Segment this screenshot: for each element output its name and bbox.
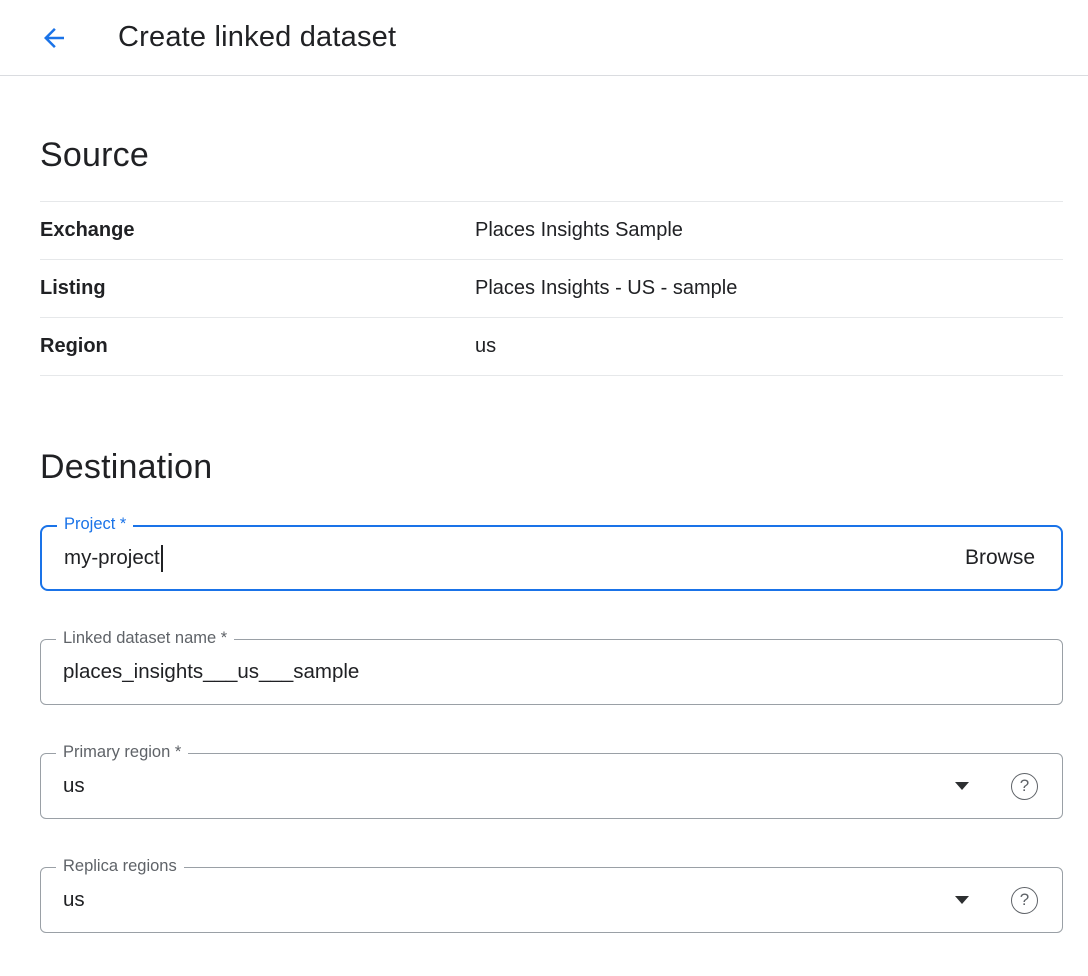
replica-regions-select[interactable]: Replica regions us ?: [40, 867, 1063, 933]
back-arrow-icon: [39, 23, 69, 53]
chevron-down-icon[interactable]: [955, 896, 969, 904]
region-value: us: [475, 335, 496, 358]
main-content: Source Exchange Places Insights Sample L…: [0, 136, 1088, 933]
linked-dataset-name-value: places_insights___us___sample: [63, 660, 359, 684]
project-field-label: Project *: [57, 515, 133, 534]
chevron-down-icon[interactable]: [955, 782, 969, 790]
project-field[interactable]: Project * my-project Browse: [40, 525, 1063, 591]
region-label: Region: [40, 335, 475, 358]
table-row-exchange: Exchange Places Insights Sample: [40, 202, 1063, 260]
help-icon[interactable]: ?: [1011, 887, 1038, 914]
source-heading: Source: [40, 136, 1063, 175]
listing-value: Places Insights - US - sample: [475, 277, 737, 300]
browse-button[interactable]: Browse: [961, 546, 1039, 570]
primary-region-value: us: [63, 774, 85, 798]
table-row-region: Region us: [40, 318, 1063, 376]
linked-dataset-name-label: Linked dataset name *: [56, 629, 234, 648]
replica-regions-value: us: [63, 888, 85, 912]
project-field-value: my-project: [64, 546, 160, 570]
page-title: Create linked dataset: [118, 21, 396, 54]
primary-region-select[interactable]: Primary region * us ?: [40, 753, 1063, 819]
source-info-table: Exchange Places Insights Sample Listing …: [40, 201, 1063, 376]
exchange-label: Exchange: [40, 219, 475, 242]
text-cursor: [161, 545, 163, 572]
listing-label: Listing: [40, 277, 475, 300]
back-button[interactable]: [30, 14, 78, 62]
destination-heading: Destination: [40, 448, 1063, 487]
table-row-listing: Listing Places Insights - US - sample: [40, 260, 1063, 318]
page-header: Create linked dataset: [0, 0, 1088, 76]
replica-regions-label: Replica regions: [56, 857, 184, 876]
primary-region-label: Primary region *: [56, 743, 188, 762]
exchange-value: Places Insights Sample: [475, 219, 683, 242]
help-icon[interactable]: ?: [1011, 773, 1038, 800]
linked-dataset-name-field[interactable]: Linked dataset name * places_insights___…: [40, 639, 1063, 705]
